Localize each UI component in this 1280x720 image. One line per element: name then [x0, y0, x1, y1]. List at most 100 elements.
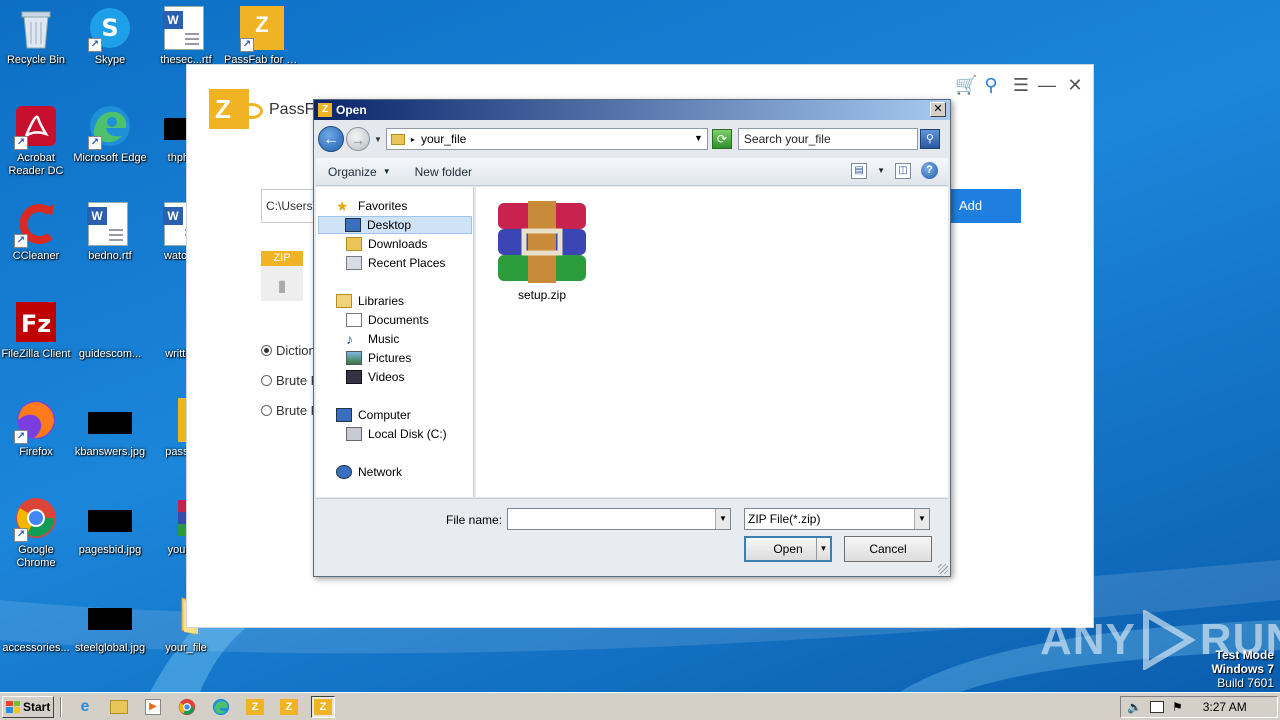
image-file-icon — [88, 398, 132, 442]
videos-icon — [346, 370, 362, 384]
desktop-icon-acrobat[interactable]: ↗ Acrobat Reader DC — [0, 104, 72, 184]
desktop-icon-firefox[interactable]: ↗ Firefox — [0, 398, 72, 478]
volume-icon[interactable]: 🔈 — [1127, 700, 1142, 714]
nav-music[interactable]: ♪ Music — [346, 330, 399, 348]
start-button[interactable]: Start — [2, 695, 54, 718]
chrome-icon[interactable] — [175, 696, 199, 718]
refresh-icon[interactable]: ⟳ — [711, 129, 732, 149]
desktop-icon-label: FileZilla Client — [1, 348, 71, 360]
acrobat-icon: ↗ — [14, 104, 58, 150]
cart-icon[interactable]: 🛒 — [955, 75, 977, 95]
open-button[interactable]: Open ▼ — [744, 536, 832, 562]
nav-computer[interactable]: Computer — [336, 406, 411, 424]
media-player-icon[interactable]: ▶ — [141, 696, 165, 718]
desktop-icon-kbanswers[interactable]: kbanswers.jpg — [74, 398, 146, 478]
shortcut-arrow-icon: ↗ — [14, 234, 28, 248]
music-icon: ♪ — [346, 331, 353, 347]
nav-recent-places[interactable]: Recent Places — [346, 254, 445, 272]
zip-path-field[interactable]: C:\Users\ — [261, 189, 321, 223]
passfab-taskbar-icon[interactable]: Z — [243, 696, 267, 718]
edge-icon[interactable] — [209, 696, 233, 718]
desktop-icon-recycle-bin[interactable]: Recycle Bin — [0, 6, 72, 86]
desktop-icon — [345, 218, 361, 232]
organize-button[interactable]: Organize ▼ — [316, 165, 403, 179]
blank-file-icon — [88, 300, 132, 344]
recent-locations-dropdown[interactable]: ▼ — [374, 135, 382, 144]
preview-pane-icon[interactable]: ◫ — [895, 162, 911, 179]
file-name-input[interactable]: ▼ — [507, 508, 731, 530]
attack-type-brute-mask[interactable]: Brute F — [261, 373, 319, 388]
passfab-taskbar-icon-active[interactable]: Z — [311, 695, 335, 718]
desktop-icon-skype[interactable]: S ↗ Skype — [74, 6, 146, 86]
start-label: Start — [23, 699, 51, 714]
new-folder-button[interactable]: New folder — [403, 165, 484, 179]
nav-desktop[interactable]: Desktop — [318, 216, 472, 234]
nav-libraries[interactable]: Libraries — [336, 292, 404, 310]
desktop-icon-edge[interactable]: ↗ Microsoft Edge — [73, 104, 147, 184]
chrome-icon: ↗ — [14, 496, 58, 542]
nav-videos[interactable]: Videos — [346, 368, 404, 386]
word-document-icon: W — [163, 6, 208, 50]
dialog-close-button[interactable]: ✕ — [930, 102, 946, 117]
filezilla-icon: Fz — [14, 300, 58, 344]
file-type-select[interactable]: ZIP File(*.zip) ▼ — [744, 508, 930, 530]
address-bar[interactable]: ▸ your_file ▼ — [385, 128, 708, 150]
desktop-icon-bedno-rtf[interactable]: W bedno.rtf — [74, 202, 146, 282]
desktop-icon-label: pagesbid.jpg — [78, 544, 142, 556]
help-icon[interactable]: ? — [921, 162, 938, 179]
search-icon[interactable]: ⚲ — [919, 129, 940, 149]
nav-label: Recent Places — [368, 256, 446, 270]
desktop-icon-pagesbid[interactable]: pagesbid.jpg — [74, 496, 146, 576]
dialog-toolbar: Organize ▼ New folder ▤ ▼ ◫ ? — [316, 158, 948, 186]
organize-label: Organize — [328, 164, 377, 179]
nav-pictures[interactable]: Pictures — [346, 349, 411, 367]
desktop-icon-ccleaner[interactable]: ↗ CCleaner — [0, 202, 72, 282]
back-arrow-icon[interactable]: ← — [318, 126, 344, 152]
network-tray-icon[interactable] — [1149, 701, 1164, 713]
attack-type-brute-force[interactable]: Brute F — [261, 403, 319, 418]
open-dropdown-arrow-icon[interactable]: ▼ — [816, 538, 830, 560]
nav-documents[interactable]: Documents — [346, 311, 429, 329]
chevron-down-icon[interactable]: ▼ — [694, 133, 703, 143]
desktop-icon-label: Recycle Bin — [6, 54, 66, 66]
nav-favorites[interactable]: ★ Favorites — [336, 197, 407, 215]
shortcut-arrow-icon: ↗ — [88, 38, 102, 52]
chevron-down-icon[interactable]: ▼ — [715, 509, 730, 529]
taskbar: Start e ▶ Z Z Z 🔈 ⚑ 3:27 AM — [0, 692, 1280, 720]
desktop-icon-filezilla[interactable]: Fz FileZilla Client — [0, 300, 72, 380]
nav-local-disk[interactable]: Local Disk (C:) — [346, 425, 447, 443]
desktop-icon-accessories[interactable]: accessories... — [0, 594, 72, 674]
attack-type-dictionary[interactable]: Diction — [261, 343, 316, 358]
passfab-logo: Z — [209, 89, 263, 129]
key-search-icon[interactable]: ⚲ — [981, 75, 1001, 95]
address-path: your_file — [420, 132, 467, 146]
add-button[interactable]: Add — [951, 189, 1021, 223]
ccleaner-icon: ↗ — [14, 202, 58, 248]
desktop-icon-steelglobal[interactable]: steelglobal.jpg — [74, 594, 146, 674]
desktop-icon-guidescom[interactable]: guidescom... — [74, 300, 146, 380]
desktop-icon-chrome[interactable]: ↗ Google Chrome — [0, 496, 72, 576]
firefox-icon: ↗ — [14, 398, 58, 444]
resize-grip[interactable] — [938, 564, 948, 574]
minimize-icon[interactable]: — — [1037, 75, 1057, 95]
clock[interactable]: 3:27 AM — [1203, 700, 1247, 714]
cancel-button[interactable]: Cancel — [844, 536, 932, 562]
nav-downloads[interactable]: Downloads — [346, 235, 427, 253]
windows-logo-icon — [6, 700, 20, 713]
search-input[interactable]: Search your_file — [737, 128, 918, 150]
chevron-right-icon: ▸ — [410, 134, 415, 144]
file-item-setup-zip[interactable]: setup.zip — [494, 201, 590, 302]
chevron-down-icon[interactable]: ▼ — [914, 509, 929, 529]
file-explorer-icon[interactable] — [107, 696, 131, 718]
view-options-icon[interactable]: ▤ — [851, 162, 868, 179]
radio-checked-icon — [261, 345, 272, 356]
chevron-down-icon[interactable]: ▼ — [877, 166, 885, 175]
dialog-title-bar[interactable]: Z Open — [314, 100, 950, 120]
action-center-flag-icon[interactable]: ⚑ — [1172, 700, 1183, 714]
passfab-taskbar-icon[interactable]: Z — [277, 696, 301, 718]
forward-arrow-icon[interactable]: → — [346, 127, 370, 151]
menu-icon[interactable]: ☰ — [1011, 75, 1031, 95]
close-icon[interactable]: ✕ — [1065, 75, 1085, 95]
nav-network[interactable]: Network — [336, 463, 402, 481]
internet-explorer-icon[interactable]: e — [73, 696, 97, 718]
